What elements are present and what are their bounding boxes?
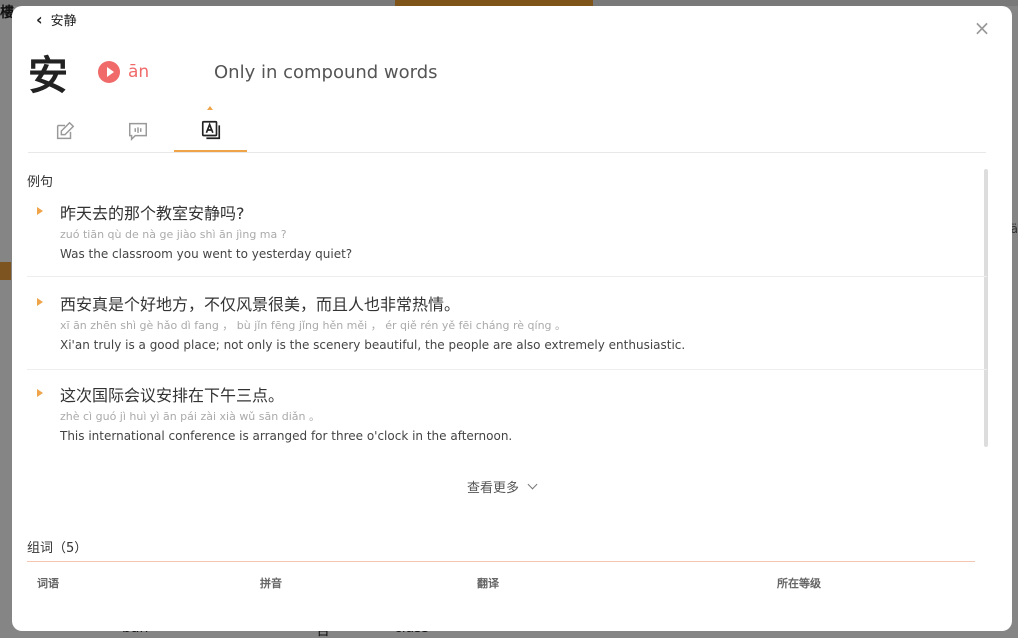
sentence-english: Was the classroom you went to yesterday …	[60, 247, 353, 261]
play-sentence-button[interactable]	[29, 385, 47, 401]
play-icon	[37, 389, 43, 397]
pinyin: ān	[128, 62, 150, 82]
play-audio-icon[interactable]	[98, 61, 120, 83]
sentence-chinese: 昨天去的那个教室安静吗?	[60, 204, 245, 223]
divider	[27, 561, 975, 562]
play-sentence-button[interactable]	[29, 294, 47, 310]
example-sentence: 昨天去的那个教室安静吗? zuó tiān qù de nà ge jiào s…	[27, 203, 987, 277]
character-header: 安 ān Only in compound words	[28, 44, 988, 100]
back-button[interactable]: ‹ 安静	[36, 10, 77, 29]
word-detail-modal: ‹ 安静 × 安 ān Only in compound words 例句 昨天…	[12, 6, 1012, 631]
example-sentence: 这次国际会议安排在下午三点。 zhè cì guó jì huì yì ān p…	[27, 385, 987, 455]
chevron-down-icon	[527, 479, 538, 490]
sentence-pinyin: zhè cì guó jì huì yì ān pái zài xià wǔ s…	[60, 410, 320, 423]
play-icon	[37, 298, 43, 306]
tab-bar	[28, 106, 986, 153]
compound-words-title: 组词（5）	[27, 541, 88, 556]
column-header-pinyin: 拼音	[260, 577, 282, 590]
close-icon[interactable]: ×	[972, 18, 992, 38]
sentence-chinese: 西安真是个好地方，不仅风景很美，而且人也非常热情。	[60, 295, 461, 314]
column-header-word: 词语	[37, 577, 59, 590]
chevron-left-icon: ‹	[36, 9, 43, 29]
play-icon	[37, 207, 43, 215]
edit-icon	[56, 121, 74, 140]
column-header-level: 所在等级	[777, 577, 821, 590]
content-scroll-area[interactable]: 例句 昨天去的那个教室安静吗? zuó tiān qù de nà ge jià…	[12, 161, 1012, 631]
play-sentence-button[interactable]	[29, 203, 47, 219]
meaning: Only in compound words	[214, 61, 438, 83]
speech-icon	[128, 122, 147, 142]
example-sentence: 西安真是个好地方，不仅风景很美，而且人也非常热情。 xī ān zhēn shì…	[27, 294, 987, 370]
sentence-chinese: 这次国际会议安排在下午三点。	[60, 386, 285, 405]
column-header-translation: 翻译	[477, 577, 499, 590]
sentence-english: This international conference is arrange…	[60, 429, 513, 443]
tab-translate[interactable]	[174, 106, 247, 152]
back-label: 安静	[50, 14, 77, 29]
translate-icon	[201, 120, 220, 140]
sentence-pinyin: xī ān zhēn shì gè hǎo dì fang ， bù jǐn f…	[60, 319, 567, 332]
tab-edit[interactable]	[28, 110, 101, 152]
examples-title: 例句	[27, 175, 54, 190]
see-more-button[interactable]: 查看更多	[467, 477, 538, 496]
tab-speech[interactable]	[101, 110, 174, 152]
character: 安	[28, 53, 68, 99]
sentence-pinyin: zuó tiān qù de nà ge jiào shì ān jìng ma…	[60, 228, 287, 241]
words-table-header: 词语 拼音 翻译 所在等级	[27, 575, 975, 593]
see-more-label: 查看更多	[467, 481, 520, 496]
sentence-english: Xi'an truly is a good place; not only is…	[60, 338, 686, 352]
